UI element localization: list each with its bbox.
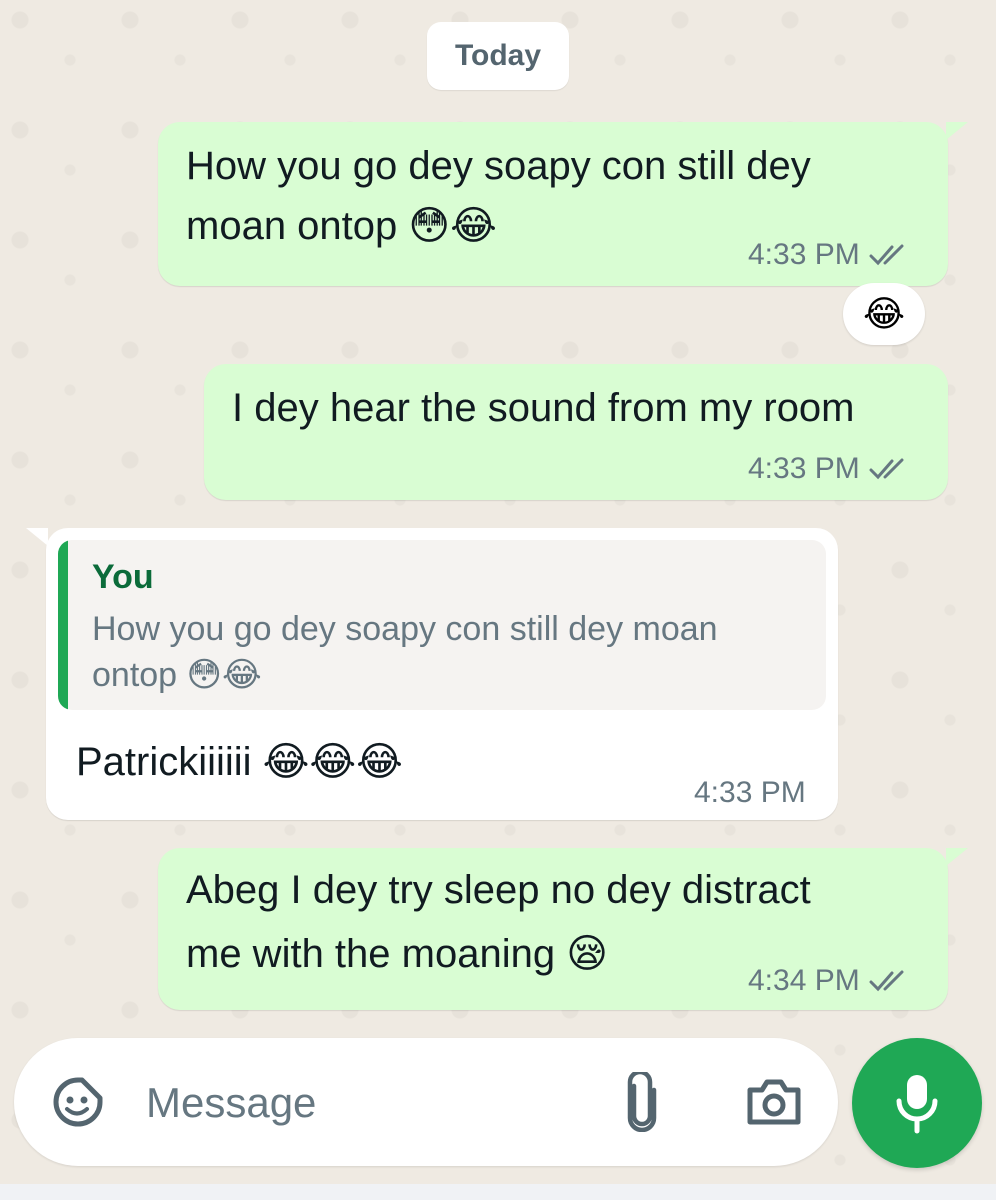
message-time: 4:33 PM: [748, 452, 860, 485]
quote-text-line-1: How you go dey soapy con still dey moan: [92, 610, 718, 648]
bubble-tail: [946, 848, 968, 866]
message-meta: 4:33 PM: [694, 776, 806, 810]
message-meta: 4:34 PM: [748, 964, 910, 998]
attach-button[interactable]: [614, 1068, 670, 1136]
message-text: Patrickiiiiii 😂😂😂: [76, 740, 403, 784]
quoted-message[interactable]: You How you go dey soapy con still dey m…: [58, 540, 826, 710]
message-text-line-1: Abeg I dey try sleep no dey distract: [186, 868, 811, 912]
message-input[interactable]: [144, 1066, 588, 1140]
message-meta: 4:33 PM: [748, 238, 910, 272]
camera-button[interactable]: [740, 1070, 808, 1134]
quote-accent-bar: [58, 540, 68, 710]
double-check-icon: [869, 458, 904, 480]
outgoing-message-3[interactable]: Abeg I dey try sleep no dey distract me …: [158, 848, 948, 1010]
sticker-button[interactable]: [46, 1070, 110, 1134]
message-time: 4:33 PM: [694, 776, 806, 809]
paperclip-icon: [627, 1072, 657, 1132]
sticker-icon: [53, 1077, 103, 1127]
camera-icon: [747, 1079, 801, 1125]
outgoing-message-2[interactable]: I dey hear the sound from my room 4:33 P…: [204, 364, 948, 500]
outgoing-message-1[interactable]: How you go dey soapy con still dey moan …: [158, 122, 948, 286]
message-composer: [14, 1038, 838, 1166]
message-time: 4:33 PM: [748, 238, 860, 271]
microphone-icon: [896, 1075, 938, 1134]
message-text-line-2: moan ontop 😳😂: [186, 204, 497, 248]
date-chip: Today: [427, 22, 569, 90]
message-text: I dey hear the sound from my room: [232, 386, 855, 430]
navigation-bar: [0, 1184, 996, 1200]
bubble-tail: [26, 528, 48, 546]
reaction-badge[interactable]: 😂: [843, 283, 925, 345]
quote-author: You: [92, 558, 154, 596]
message-time: 4:34 PM: [748, 964, 860, 997]
double-check-icon: [869, 970, 904, 992]
quote-text-line-2: ontop 😳😂: [92, 656, 262, 694]
message-text-line-2: me with the moaning 😪: [186, 932, 608, 976]
message-meta: 4:33 PM: [748, 452, 910, 486]
double-check-icon: [869, 244, 904, 266]
bubble-tail: [946, 122, 968, 140]
quote-text: How you go dey soapy con still dey moan …: [92, 606, 812, 698]
message-text-line-1: How you go dey soapy con still dey: [186, 144, 811, 188]
microphone-button[interactable]: [852, 1038, 982, 1168]
